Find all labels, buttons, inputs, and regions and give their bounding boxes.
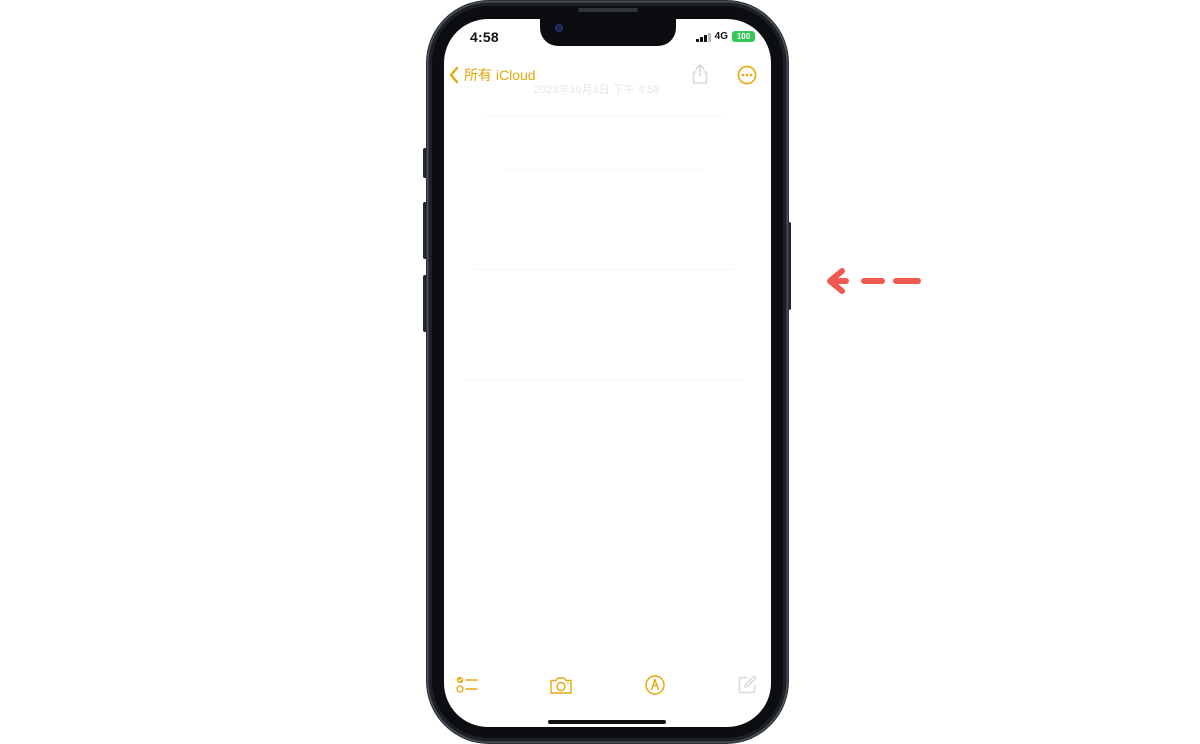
home-indicator[interactable]	[548, 720, 666, 724]
camera-button[interactable]	[549, 675, 573, 700]
note-ghost-line	[464, 379, 744, 380]
notch	[540, 19, 676, 46]
ellipsis-circle-icon	[737, 65, 757, 85]
status-time: 4:58	[470, 29, 499, 45]
back-label: 所有 iCloud	[464, 67, 536, 83]
share-icon	[692, 64, 708, 84]
signal-bars-icon	[696, 32, 711, 42]
compose-icon	[738, 675, 757, 694]
checklist-icon	[456, 676, 478, 693]
front-camera	[555, 24, 563, 32]
status-indicators: 4G 100	[696, 31, 755, 42]
dashed-arrow-left-icon	[827, 268, 921, 294]
compose-button[interactable]	[736, 674, 758, 701]
note-ghost-line	[484, 115, 724, 116]
back-button[interactable]: 所有 iCloud	[448, 65, 536, 85]
note-ghost-line	[504, 169, 704, 170]
markup-button[interactable]	[644, 674, 666, 701]
phone-screen: 4:58 4G 100 所有 iCloud 2023年10月3日 下午 4:58	[444, 19, 771, 727]
more-options-button[interactable]	[737, 65, 757, 90]
markup-pen-icon	[645, 675, 665, 695]
stage: 4:58 4G 100 所有 iCloud 2023年10月3日 下午 4:58	[0, 0, 1200, 744]
battery-indicator: 100	[732, 31, 755, 42]
checklist-button[interactable]	[456, 675, 478, 700]
network-type: 4G	[714, 31, 728, 42]
share-button[interactable]	[690, 63, 710, 90]
camera-icon	[550, 677, 572, 694]
note-ghost-line	[474, 269, 734, 270]
note-date: 2023年10月3日 下午 4:58	[534, 84, 660, 96]
chevron-left-icon	[449, 66, 459, 84]
earpiece-speaker	[578, 8, 638, 12]
